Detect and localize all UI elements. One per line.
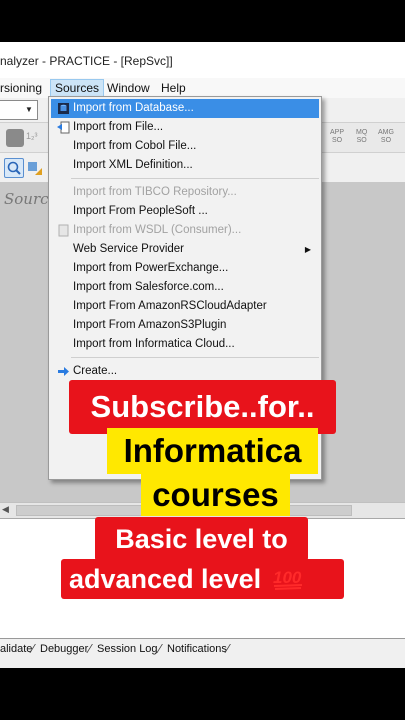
numbering-icon[interactable]: 1₂³ (26, 131, 40, 145)
menu-item-import-file[interactable]: Import from File... (51, 118, 319, 137)
menu-item-label: Web Service Provider (73, 243, 184, 255)
subscribe-banner: Subscribe..for.. (69, 380, 336, 434)
file-import-icon (57, 121, 70, 134)
menu-window[interactable]: Window (103, 79, 154, 97)
menu-help[interactable]: Help (157, 79, 190, 97)
menu-item-import-salesforce[interactable]: Import from Salesforce.com... (51, 278, 319, 297)
amg-source-label: AMG SO (378, 129, 394, 144)
menu-separator (71, 357, 319, 358)
basic-level-banner: Basic level to (95, 517, 308, 561)
menu-bar: rsioning Sources Window Help (0, 78, 405, 98)
courses-banner: courses (141, 474, 290, 516)
svg-text:100: 100 (273, 568, 302, 587)
menu-item-label: Import From AmazonS3Plugin (73, 319, 227, 331)
tab-separator: ⁄ (159, 641, 162, 656)
advanced-level-banner: advanced level 100 (61, 559, 344, 599)
tab-session-log[interactable]: Session Log (97, 641, 158, 657)
tab-debugger[interactable]: Debugger (40, 641, 88, 657)
repository-combo[interactable]: ▼ (0, 100, 38, 120)
database-icon (57, 102, 70, 115)
comment-icon[interactable] (6, 129, 24, 147)
menu-item-import-informatica-cloud[interactable]: Import from Informatica Cloud... (51, 335, 319, 354)
title-bar: nalyzer - PRACTICE - [RepSvc]] (0, 42, 405, 78)
menu-item-import-database[interactable]: Import from Database... (51, 99, 319, 118)
window-title: nalyzer - PRACTICE - [RepSvc]] (0, 54, 173, 68)
menu-item-label: Import from TIBCO Repository... (73, 186, 237, 198)
menu-sources[interactable]: Sources (50, 79, 105, 97)
output-tabs: alidate ⁄ Debugger ⁄ Session Log ⁄ Notif… (0, 638, 405, 668)
menu-item-label: Import from Database... (73, 102, 194, 114)
menu-item-import-amazon-rs[interactable]: Import From AmazonRSCloudAdapter (51, 297, 319, 316)
menu-item-label: Import from Salesforce.com... (73, 281, 224, 293)
chevron-down-icon[interactable]: ▼ (21, 101, 37, 119)
menu-item-label: Import from PowerExchange... (73, 262, 229, 274)
informatica-banner: Informatica (107, 428, 318, 474)
menu-item-label: Import from Cobol File... (73, 140, 197, 152)
menu-item-create[interactable]: Create... (51, 362, 319, 381)
menu-separator (71, 178, 319, 179)
menu-item-web-service-provider[interactable]: Web Service Provider ▶ (51, 240, 319, 259)
tab-separator: ⁄ (32, 641, 35, 656)
advanced-level-text: advanced level (69, 564, 262, 594)
menu-item-label: Import from WSDL (Consumer)... (73, 224, 242, 236)
submenu-arrow-icon: ▶ (304, 245, 311, 254)
menu-item-import-xml[interactable]: Import XML Definition... (51, 156, 319, 175)
create-arrow-icon (57, 365, 70, 378)
menu-item-import-wsdl: Import from WSDL (Consumer)... (51, 221, 319, 240)
menu-versioning[interactable]: rsioning (0, 79, 46, 97)
menu-item-import-cobol[interactable]: Import from Cobol File... (51, 137, 319, 156)
zoom-icon[interactable] (4, 158, 24, 178)
menu-item-label: Import from File... (73, 121, 164, 133)
tab-separator: ⁄ (89, 641, 92, 656)
menu-item-import-tibco: Import from TIBCO Repository... (51, 183, 319, 202)
menu-item-import-powerexchange[interactable]: Import from PowerExchange... (51, 259, 319, 278)
menu-item-import-amazon-s3[interactable]: Import From AmazonS3Plugin (51, 316, 319, 335)
menu-item-label: Import from Informatica Cloud... (73, 338, 235, 350)
menu-item-label: Create... (73, 365, 118, 377)
app-source-label: APP SO (330, 129, 345, 144)
tab-notifications[interactable]: Notifications (167, 641, 227, 657)
mq-source-label: MQ SO (356, 129, 368, 144)
menu-item-label: Import From PeopleSoft ... (73, 205, 208, 217)
arrange-icon[interactable] (26, 159, 44, 177)
hundred-points-icon: 100 (273, 566, 305, 590)
menu-item-import-peoplesoft[interactable]: Import From PeopleSoft ... (51, 202, 319, 221)
tab-validate[interactable]: alidate (0, 641, 32, 657)
menu-item-label: Import XML Definition... (73, 159, 193, 171)
tab-separator: ⁄ (227, 641, 230, 656)
menu-item-label: Import From AmazonRSCloudAdapter (73, 300, 267, 312)
wsdl-icon (57, 224, 70, 237)
scroll-left-icon[interactable]: ◀ (2, 504, 9, 515)
